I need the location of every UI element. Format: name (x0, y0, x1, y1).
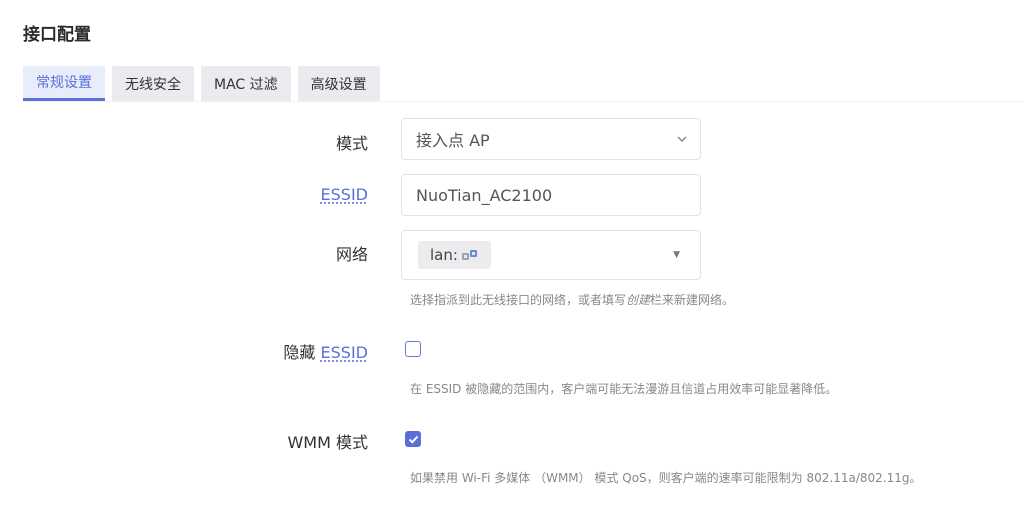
tab-advanced[interactable]: 高级设置 (297, 66, 380, 101)
tab-mac-filter[interactable]: MAC 过滤 (201, 66, 291, 101)
tab-divider (23, 101, 1024, 102)
wmm-label: WMM 模式 (287, 433, 368, 452)
network-chip-lan[interactable]: lan: (418, 241, 491, 269)
tab-bar: 常规设置 无线安全 MAC 过滤 高级设置 (23, 66, 380, 101)
mode-label: 模式 (335, 134, 368, 153)
mode-select-value: 接入点 AP (416, 131, 490, 150)
network-select[interactable]: lan: ▼ (401, 230, 701, 280)
hide-essid-checkbox[interactable] (405, 341, 421, 357)
hide-essid-link[interactable]: ESSID (321, 343, 368, 362)
section-title: 接口配置 (23, 25, 91, 45)
essid-input[interactable]: NuoTian_AC2100 (401, 174, 701, 216)
network-label: 网络 (335, 245, 368, 264)
network-ports-icon (461, 250, 477, 260)
dropdown-triangle-icon: ▼ (673, 250, 680, 260)
tab-wireless-security[interactable]: 无线安全 (112, 66, 194, 101)
hide-essid-help: 在 ESSID 被隐藏的范围内，客户端可能无法漫游且信道占用效率可能显著降低。 (410, 382, 838, 396)
hide-essid-label: 隐藏 ESSID (283, 343, 368, 362)
chevron-down-icon (677, 136, 687, 142)
network-chip-label: lan: (430, 246, 458, 264)
wmm-help: 如果禁用 Wi-Fi 多媒体 （WMM） 模式 QoS，则客户端的速率可能限制为… (410, 471, 922, 485)
tab-general[interactable]: 常规设置 (23, 66, 105, 101)
essid-label[interactable]: ESSID (321, 185, 368, 204)
network-help: 选择指派到此无线接口的网络，或者填写创建栏来新建网络。 (410, 293, 735, 307)
checkmark-icon (408, 435, 418, 444)
essid-input-value: NuoTian_AC2100 (416, 185, 553, 205)
mode-select[interactable]: 接入点 AP (401, 118, 701, 160)
wmm-checkbox[interactable] (405, 431, 421, 447)
